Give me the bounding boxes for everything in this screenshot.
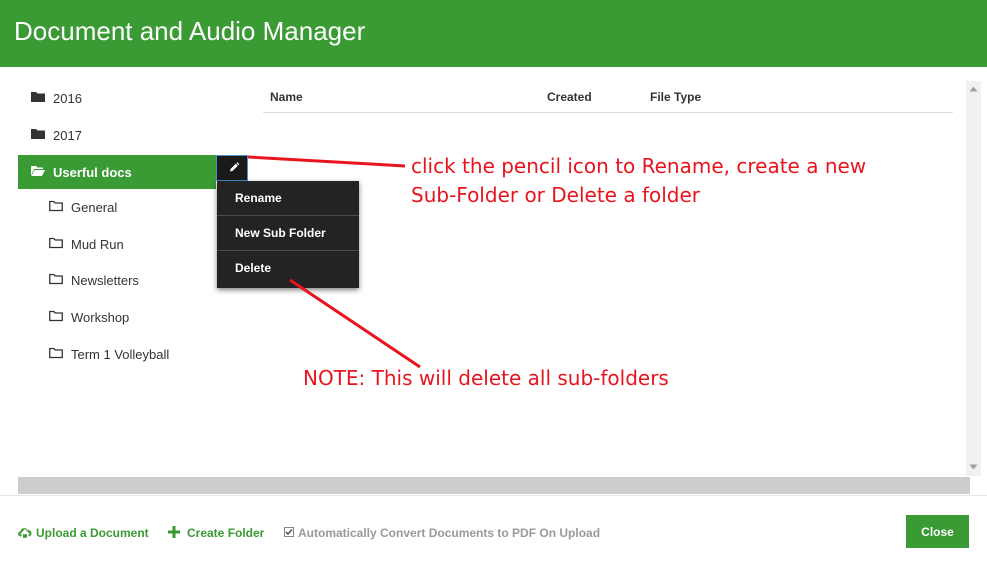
pencil-annotation-line2: Sub-Folder or Delete a folder bbox=[411, 183, 701, 207]
plus-icon bbox=[168, 526, 180, 538]
delete-annotation-line bbox=[289, 278, 421, 369]
pencil-annotation-line bbox=[247, 155, 406, 168]
pencil-annotation-line1: click the pencil icon to Rename, create … bbox=[411, 154, 867, 178]
annotation-arrows bbox=[247, 155, 421, 369]
upload-document-button[interactable]: Upload a Document bbox=[18, 526, 149, 540]
upload-document-label: Upload a Document bbox=[36, 526, 149, 540]
close-button[interactable]: Close bbox=[906, 515, 969, 548]
checkbox-checked-icon[interactable] bbox=[284, 527, 294, 537]
auto-convert-label: Automatically Convert Documents to PDF O… bbox=[298, 526, 601, 540]
footer-divider bbox=[0, 495, 987, 496]
pencil-annotation-text: click the pencil icon to Rename, create … bbox=[411, 152, 866, 210]
create-folder-button[interactable]: Create Folder bbox=[168, 526, 264, 540]
auto-convert-option[interactable]: Automatically Convert Documents to PDF O… bbox=[284, 526, 600, 540]
create-folder-label: Create Folder bbox=[187, 526, 265, 540]
delete-annotation-text: NOTE: This will delete all sub-folders bbox=[303, 366, 669, 390]
cloud-upload-icon bbox=[18, 528, 32, 538]
